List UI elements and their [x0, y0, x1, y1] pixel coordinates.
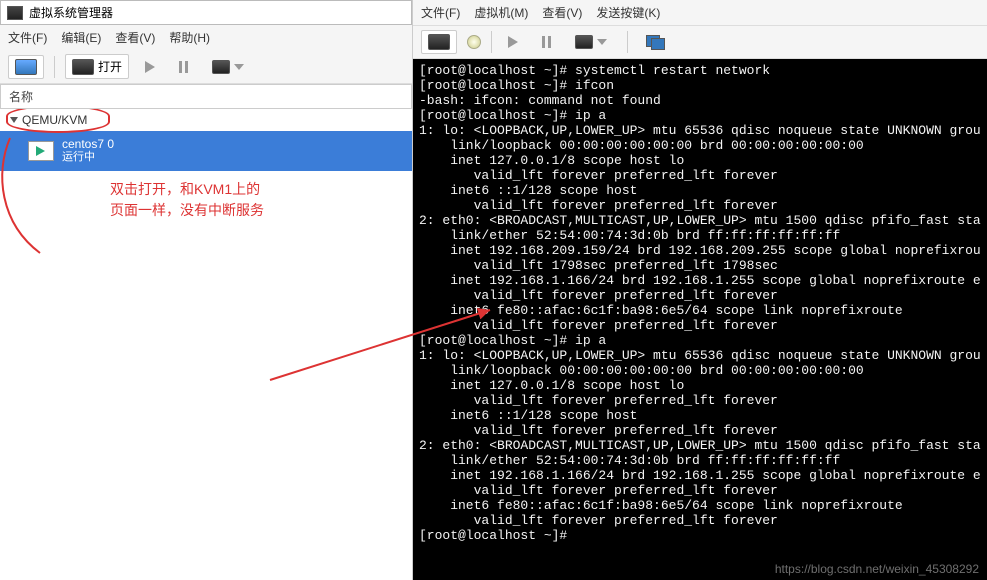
- vm-row-centos[interactable]: centos7 0 运行中: [0, 131, 412, 171]
- menubar-right: 文件(F) 虚拟机(M) 查看(V) 发送按键(K): [413, 0, 987, 26]
- menu-view[interactable]: 查看(V): [542, 4, 582, 21]
- monitor-icon: [72, 59, 94, 75]
- monitor-icon: [428, 34, 450, 50]
- pause-icon[interactable]: [542, 36, 551, 48]
- toolbar-right: [413, 26, 987, 59]
- separator: [54, 56, 55, 78]
- window-title: 虚拟系统管理器: [29, 4, 113, 21]
- chevron-down-icon: [234, 64, 244, 70]
- vm-name: centos7 0: [62, 137, 114, 151]
- vm-console-window: 文件(F) 虚拟机(M) 查看(V) 发送按键(K) [root@localho…: [413, 0, 987, 580]
- play-icon[interactable]: [145, 61, 155, 73]
- vm-tree: QEMU/KVM centos7 0 运行中 双击打开，和KVM1上的 页面一样…: [0, 109, 412, 580]
- watermark: https://blog.csdn.net/weixin_45308292: [775, 562, 979, 576]
- fullscreen-icon[interactable]: [646, 35, 664, 49]
- monitor-icon: [212, 60, 230, 74]
- vm-status: 运行中: [62, 151, 114, 164]
- pause-icon[interactable]: [179, 61, 188, 73]
- monitor-icon: [575, 35, 593, 49]
- separator: [627, 31, 628, 53]
- console-button[interactable]: [421, 30, 457, 54]
- bulb-icon[interactable]: [467, 35, 481, 49]
- separator: [491, 31, 492, 53]
- menu-file[interactable]: 文件(F): [8, 29, 47, 46]
- menu-help[interactable]: 帮助(H): [169, 29, 210, 46]
- menu-vm[interactable]: 虚拟机(M): [474, 4, 528, 21]
- annotation-curve: [0, 133, 60, 263]
- open-label: 打开: [98, 58, 122, 75]
- shutdown-button[interactable]: [212, 60, 244, 74]
- chevron-down-icon: [597, 39, 607, 45]
- menu-sendkey[interactable]: 发送按键(K): [596, 4, 660, 21]
- open-button[interactable]: 打开: [65, 54, 129, 79]
- menubar-left: 文件(F) 编辑(E) 查看(V) 帮助(H): [0, 25, 412, 50]
- menu-edit[interactable]: 编辑(E): [61, 29, 101, 46]
- column-header-name[interactable]: 名称: [0, 84, 412, 109]
- vm-manager-window: 虚拟系统管理器 文件(F) 编辑(E) 查看(V) 帮助(H) 打开 名称: [0, 0, 413, 580]
- terminal-output[interactable]: [root@localhost ~]# systemctl restart ne…: [413, 59, 987, 580]
- annotation-text: 双击打开，和KVM1上的 页面一样，没有中断服务: [110, 179, 264, 221]
- app-icon: [7, 6, 23, 20]
- monitor-icon: [15, 59, 37, 75]
- new-vm-button[interactable]: [8, 55, 44, 79]
- shutdown-button[interactable]: [575, 35, 607, 49]
- menu-view[interactable]: 查看(V): [115, 29, 155, 46]
- annotation-circle: [6, 109, 110, 133]
- toolbar-left: 打开: [0, 50, 412, 84]
- titlebar: 虚拟系统管理器: [0, 0, 412, 25]
- play-icon[interactable]: [508, 36, 518, 48]
- menu-file[interactable]: 文件(F): [421, 4, 460, 21]
